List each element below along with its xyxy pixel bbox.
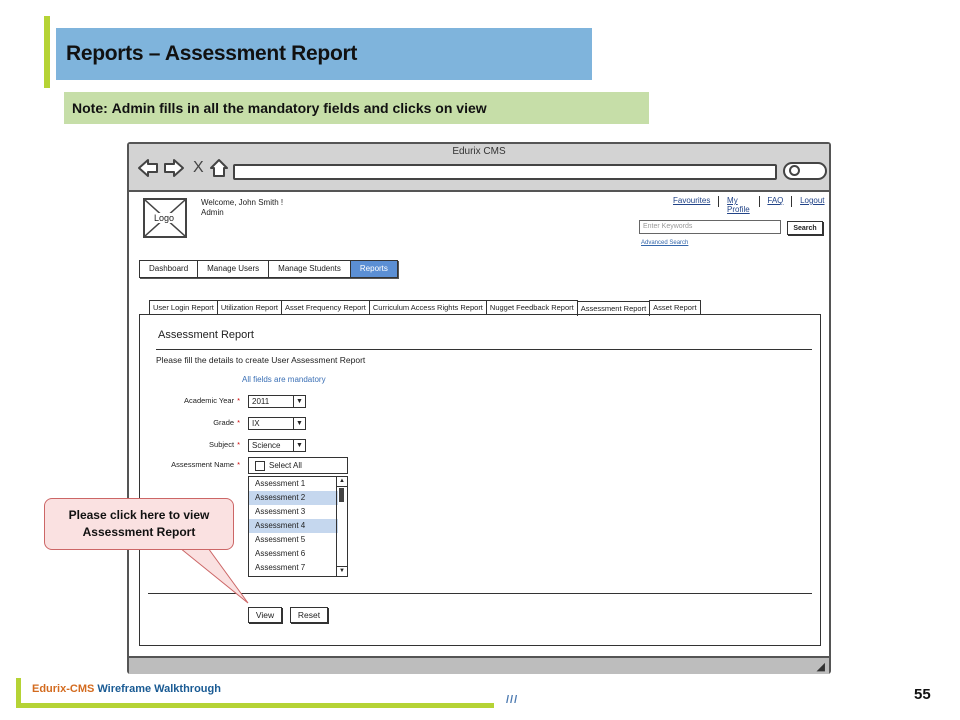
note-text: Admin fills in all the mandatory fields … bbox=[111, 100, 487, 116]
reset-button[interactable]: Reset bbox=[290, 607, 328, 623]
list-item[interactable]: Assessment 2 bbox=[249, 491, 338, 505]
link-logout[interactable]: Logout bbox=[792, 196, 832, 214]
subject-label: Subject * bbox=[140, 440, 240, 449]
chevron-down-icon: ▼ bbox=[293, 396, 305, 407]
link-favourites[interactable]: Favourites bbox=[665, 196, 718, 214]
callout-line-1: Please click here to view bbox=[68, 508, 210, 522]
footer-title: Edurix-CMS Wireframe Walkthrough bbox=[32, 683, 221, 695]
grade-select[interactable]: IX ▼ bbox=[248, 417, 306, 430]
form-instruction: Please fill the details to create User A… bbox=[156, 355, 366, 365]
view-button[interactable]: View bbox=[248, 607, 282, 623]
logo-label: Logo bbox=[153, 213, 176, 223]
scroll-down-icon[interactable]: ▼ bbox=[337, 566, 347, 576]
user-role: Admin bbox=[201, 208, 224, 217]
page-number: 55 bbox=[914, 686, 931, 703]
subject-label-text: Subject bbox=[209, 440, 235, 449]
required-mark: * bbox=[237, 396, 240, 405]
divider bbox=[148, 593, 812, 594]
search-button[interactable]: Search bbox=[787, 221, 823, 235]
title-accent-bar bbox=[44, 16, 50, 88]
nav-manage-students[interactable]: Manage Students bbox=[269, 261, 351, 277]
nav-dashboard[interactable]: Dashboard bbox=[140, 261, 199, 277]
back-arrow-icon[interactable] bbox=[137, 158, 159, 182]
assessment-listbox[interactable]: Assessment 1 Assessment 2 Assessment 3 A… bbox=[248, 476, 348, 577]
search-icon bbox=[789, 165, 800, 176]
academic-year-label-text: Academic Year bbox=[184, 396, 235, 405]
address-bar[interactable] bbox=[233, 164, 777, 180]
list-item[interactable]: Assessment 6 bbox=[249, 547, 338, 561]
home-icon[interactable] bbox=[209, 158, 229, 182]
advanced-search-link[interactable]: Advanced Search bbox=[641, 240, 688, 246]
scroll-up-icon[interactable]: ▲ bbox=[337, 477, 347, 487]
callout-line-2: Assessment Report bbox=[82, 525, 196, 539]
close-x-icon[interactable]: X bbox=[193, 158, 204, 178]
required-mark: * bbox=[237, 460, 240, 469]
link-faq[interactable]: FAQ bbox=[759, 196, 791, 214]
scroll-thumb[interactable] bbox=[339, 488, 344, 502]
resize-grip-icon[interactable]: ◢ bbox=[817, 660, 825, 673]
browser-search-field[interactable] bbox=[783, 162, 827, 180]
select-all-checkbox[interactable]: Select All bbox=[248, 457, 348, 474]
note-label: Note: bbox=[72, 100, 108, 116]
list-item[interactable]: Assessment 7 bbox=[249, 561, 338, 575]
welcome-block: Welcome, John Smith ! Admin bbox=[201, 198, 283, 218]
list-item[interactable]: Assessment 3 bbox=[249, 505, 338, 519]
list-item[interactable]: Assessment 5 bbox=[249, 533, 338, 547]
checkbox-icon bbox=[255, 461, 265, 471]
listbox-scrollbar[interactable]: ▲ ▼ bbox=[336, 477, 347, 576]
list-item[interactable]: Assessment 4 bbox=[249, 519, 338, 533]
tab-asset-report[interactable]: Asset Report bbox=[649, 300, 701, 314]
tab-asset-frequency-report[interactable]: Asset Frequency Report bbox=[280, 300, 370, 314]
footer-accent-horizontal bbox=[16, 703, 494, 708]
note-banner: Note: Admin fills in all the mandatory f… bbox=[64, 92, 649, 124]
tab-curriculum-access-rights-report[interactable]: Curriculum Access Rights Report bbox=[368, 300, 487, 314]
required-mark: * bbox=[237, 440, 240, 449]
grade-label-text: Grade bbox=[213, 418, 235, 427]
window-title: Edurix CMS bbox=[452, 146, 506, 157]
subject-select[interactable]: Science ▼ bbox=[248, 439, 306, 452]
welcome-text: Welcome, John Smith ! bbox=[201, 198, 284, 207]
main-nav: Dashboard Manage Users Manage Students R… bbox=[139, 260, 398, 278]
panel-title: Assessment Report bbox=[158, 329, 254, 341]
required-mark: * bbox=[237, 418, 240, 427]
report-panel: Assessment Report Please fill the detail… bbox=[139, 314, 821, 646]
grade-label: Grade * bbox=[140, 418, 240, 427]
subject-value: Science bbox=[252, 441, 281, 450]
mandatory-note: All fields are mandatory bbox=[242, 375, 326, 384]
chevron-down-icon: ▼ bbox=[293, 418, 305, 429]
grade-value: IX bbox=[252, 419, 260, 428]
list-item[interactable]: Assessment 1 bbox=[249, 477, 338, 491]
browser-statusbar: ◢ bbox=[129, 656, 829, 674]
browser-chrome: Edurix CMS X bbox=[129, 144, 829, 192]
select-all-label: Select All bbox=[269, 461, 302, 470]
divider bbox=[156, 349, 812, 350]
tab-user-login-report[interactable]: User Login Report bbox=[149, 300, 218, 314]
nav-reports[interactable]: Reports bbox=[350, 261, 397, 277]
browser-window: Edurix CMS X Logo Welcome, John Smith ! … bbox=[127, 142, 831, 674]
top-links: Favourites My Profile FAQ Logout bbox=[665, 196, 833, 214]
footer-text: Wireframe Walkthrough bbox=[94, 683, 221, 695]
academic-year-label: Academic Year * bbox=[140, 396, 240, 405]
academic-year-select[interactable]: 2011 ▼ bbox=[248, 395, 306, 408]
tab-utilization-report[interactable]: Utilization Report bbox=[216, 300, 282, 314]
callout-bubble: Please click here to view Assessment Rep… bbox=[44, 498, 234, 550]
link-my-profile[interactable]: My Profile bbox=[719, 196, 759, 214]
academic-year-value: 2011 bbox=[252, 397, 270, 406]
chevron-down-icon: ▼ bbox=[293, 440, 305, 451]
tab-nugget-feedback-report[interactable]: Nugget Feedback Report bbox=[485, 300, 578, 314]
nav-manage-users[interactable]: Manage Users bbox=[198, 261, 270, 277]
keyword-search-input[interactable]: Enter Keywords bbox=[639, 220, 781, 234]
footer-slashes: /// bbox=[506, 694, 519, 706]
assessment-name-label-text: Assessment Name bbox=[171, 460, 235, 469]
footer-brand: Edurix-CMS bbox=[32, 683, 95, 695]
forward-arrow-icon[interactable] bbox=[163, 158, 185, 182]
slide-title: Reports – Assessment Report bbox=[56, 28, 592, 80]
logo: Logo bbox=[143, 198, 187, 238]
assessment-name-label: Assessment Name * bbox=[140, 460, 240, 469]
